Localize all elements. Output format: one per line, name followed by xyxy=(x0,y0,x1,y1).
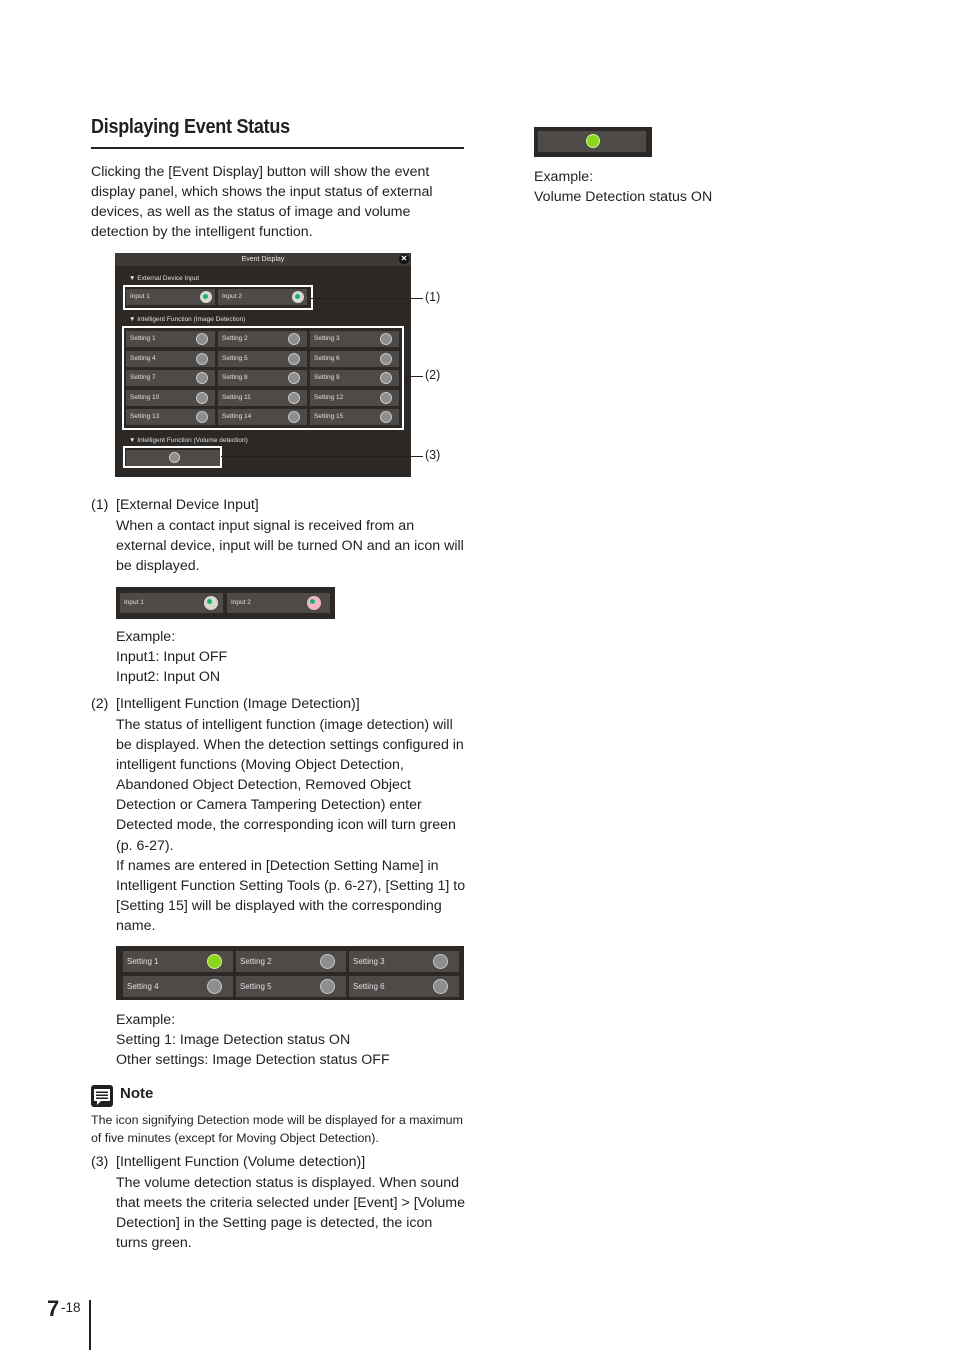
example-setting-label: Setting 3 xyxy=(353,957,385,966)
item-3-number: (3) xyxy=(91,1154,109,1170)
input-example-strip: Input 1 Input 2 xyxy=(116,587,335,619)
example-setting-label: Setting 6 xyxy=(353,982,385,991)
page-title: Displaying Event Status xyxy=(91,116,290,138)
page-chapter: 7 xyxy=(47,1296,60,1321)
status-off-icon xyxy=(320,954,335,969)
note-icon xyxy=(91,1085,113,1107)
section-volume: ▼ Intelligent Function (Volume detection… xyxy=(129,437,248,444)
example-setting-cell: Setting 4 xyxy=(123,976,233,997)
title-rule xyxy=(91,147,464,149)
example-setting-label: Setting 2 xyxy=(240,957,272,966)
callout-line-2 xyxy=(404,376,423,377)
page-bar xyxy=(89,1300,91,1350)
volume-example-strip xyxy=(534,127,652,157)
page-number: -18 xyxy=(61,1300,81,1315)
volume-example-cell xyxy=(538,131,646,152)
status-off-icon xyxy=(433,954,448,969)
example-setting-label: Setting 4 xyxy=(127,982,159,991)
note-title: Note xyxy=(120,1085,154,1102)
item-3-example: Example: Volume Detection status ON xyxy=(534,167,834,207)
item-1-example: Example: Input1: Input OFF Input2: Input… xyxy=(116,627,466,687)
example-setting-label: Setting 5 xyxy=(240,982,272,991)
example-line: Volume Detection status ON xyxy=(534,189,713,206)
item-2-title: [Intelligent Function (Image Detection)] xyxy=(116,696,360,712)
status-off-icon xyxy=(320,979,335,994)
close-icon[interactable]: ✕ xyxy=(399,254,409,264)
input-on-icon xyxy=(307,596,321,610)
example-setting-cell: Setting 6 xyxy=(349,976,459,997)
item-1-title: [External Device Input] xyxy=(116,497,259,513)
callout-label-1: (1) xyxy=(425,290,441,304)
item-2-body2: If names are entered in [Detection Setti… xyxy=(116,858,466,935)
example-setting-cell: Setting 2 xyxy=(236,951,346,972)
example-setting-cell: Setting 1 xyxy=(123,951,233,972)
note-body: The icon signifying Detection mode will … xyxy=(91,1113,463,1145)
example-line: Input1: Input OFF xyxy=(116,649,228,666)
section-external: ▼ External Device Input xyxy=(129,275,200,282)
item-2-body: The status of intelligent function (imag… xyxy=(116,717,464,854)
callout-line-1 xyxy=(311,298,423,299)
example-label: Example: xyxy=(534,169,594,185)
item-1-body: When a contact input signal is received … xyxy=(116,518,464,575)
callout-line-3 xyxy=(221,456,423,457)
status-off-icon xyxy=(207,979,222,994)
example-line: Other settings: Image Detection status O… xyxy=(116,1052,390,1069)
section-image: ▼ Intelligent Function (Image Detection) xyxy=(129,316,246,323)
status-on-icon xyxy=(207,954,222,969)
callout-frame-1 xyxy=(122,284,314,311)
example-setting-cell: Setting 5 xyxy=(236,976,346,997)
input-1-cell: Input 1 xyxy=(120,593,223,613)
callout-frame-3 xyxy=(122,445,223,469)
example-line: Input2: Input ON xyxy=(116,669,221,686)
volume-on-icon xyxy=(586,134,600,148)
callout-label-3: (3) xyxy=(425,448,441,462)
callout-label-2: (2) xyxy=(425,368,441,382)
item-2-number: (2) xyxy=(91,696,109,712)
callout-frame-2 xyxy=(121,325,405,431)
item-2-example: Example: Setting 1: Image Detection stat… xyxy=(116,1010,466,1070)
example-label: Example: xyxy=(116,629,176,645)
event-display-panel: Event Display ✕ ▼ External Device Input … xyxy=(115,253,411,477)
input-1-label: Input 1 xyxy=(124,599,144,606)
example-line: Setting 1: Image Detection status ON xyxy=(116,1032,351,1049)
example-label: Example: xyxy=(116,1012,176,1028)
item-1-number: (1) xyxy=(91,497,109,513)
item-3-title: [Intelligent Function (Volume detection)… xyxy=(116,1154,366,1170)
settings-example-strip: Setting 1 Setting 2 Setting 3 Setting 4 Sett… xyxy=(116,946,464,1000)
input-off-icon xyxy=(204,596,218,610)
intro-paragraph: Clicking the [Event Display] button will… xyxy=(91,164,433,241)
input-2-cell: Input 2 xyxy=(227,593,330,613)
status-off-icon xyxy=(433,979,448,994)
item-3-body: The volume detection status is displayed… xyxy=(116,1175,465,1252)
example-setting-cell: Setting 3 xyxy=(349,951,459,972)
example-setting-label: Setting 1 xyxy=(127,957,159,966)
input-2-label: Input 2 xyxy=(231,599,251,606)
panel-title: Event Display xyxy=(115,253,411,266)
